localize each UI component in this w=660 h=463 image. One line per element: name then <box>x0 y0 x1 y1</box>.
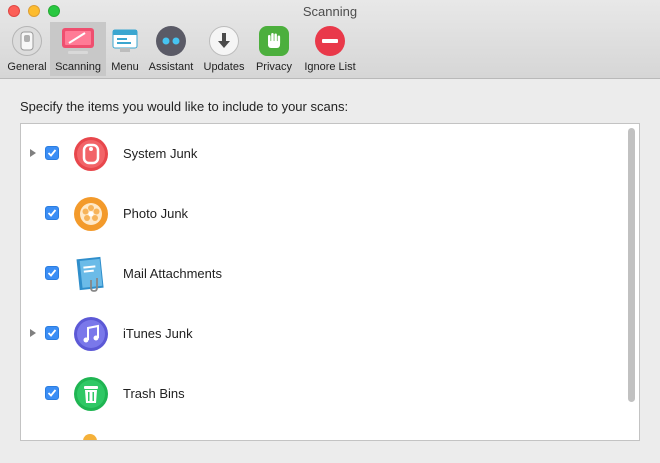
tab-general[interactable]: General <box>4 22 50 76</box>
list-item-trash-bins[interactable]: Trash Bins <box>21 364 621 424</box>
trash-bins-icon <box>73 376 109 412</box>
scanning-display-icon <box>61 26 95 56</box>
scan-items-list[interactable]: System Junk Photo Junk Mail Attachments … <box>20 123 640 441</box>
general-switch-icon <box>12 26 42 56</box>
tab-menu-label: Menu <box>111 61 139 73</box>
download-arrow-icon <box>209 26 239 56</box>
scanning-pane: Specify the items you would like to incl… <box>0 79 660 463</box>
disclosure-triangle-icon[interactable] <box>30 329 36 337</box>
tab-assistant[interactable]: Assistant <box>144 22 198 76</box>
assistant-eyes-icon <box>156 26 186 56</box>
system-junk-icon <box>73 136 109 172</box>
tab-scanning-label: Scanning <box>55 61 101 73</box>
preferences-toolbar: General Scanning Menu Assistant Updates … <box>4 22 362 76</box>
photo-junk-icon <box>73 196 109 232</box>
trash-bins-label: Trash Bins <box>123 386 185 401</box>
instruction-text: Specify the items you would like to incl… <box>20 99 349 114</box>
system-junk-label: System Junk <box>123 146 198 161</box>
list-item-system-junk[interactable]: System Junk <box>21 124 621 184</box>
mail-attachments-label: Mail Attachments <box>123 266 222 281</box>
ignore-minus-icon <box>315 26 345 56</box>
tab-updates-label: Updates <box>203 61 245 73</box>
tab-privacy-label: Privacy <box>255 61 293 73</box>
tab-privacy[interactable]: Privacy <box>250 22 298 76</box>
disclosure-triangle-icon[interactable] <box>30 149 36 157</box>
tab-ignore-list-label: Ignore List <box>304 61 356 73</box>
preferences-window: Scanning General Scanning Menu Assistant… <box>0 0 660 463</box>
system-junk-checkbox[interactable] <box>45 146 59 160</box>
mail-attachments-icon <box>73 256 109 292</box>
title-bar: Scanning General Scanning Menu Assistant… <box>0 0 660 79</box>
partial-next-item-icon <box>83 434 97 440</box>
menu-window-icon <box>110 26 140 56</box>
trash-bins-checkbox[interactable] <box>45 386 59 400</box>
tab-assistant-label: Assistant <box>148 61 194 73</box>
photo-junk-checkbox[interactable] <box>45 206 59 220</box>
list-item-itunes-junk[interactable]: iTunes Junk <box>21 304 621 364</box>
photo-junk-label: Photo Junk <box>123 206 189 221</box>
vertical-scrollbar[interactable] <box>627 128 635 436</box>
scrollbar-thumb[interactable] <box>628 128 635 402</box>
list-item-photo-junk[interactable]: Photo Junk <box>21 184 621 244</box>
tab-menu[interactable]: Menu <box>106 22 144 76</box>
tab-ignore-list[interactable]: Ignore List <box>298 22 362 76</box>
tab-scanning[interactable]: Scanning <box>50 22 106 76</box>
mail-attachments-checkbox[interactable] <box>45 266 59 280</box>
itunes-junk-checkbox[interactable] <box>45 326 59 340</box>
itunes-junk-label: iTunes Junk <box>123 326 193 341</box>
window-title: Scanning <box>302 4 358 19</box>
privacy-hand-icon <box>259 26 289 56</box>
list-item-mail-attachments[interactable]: Mail Attachments <box>21 244 621 304</box>
tab-general-label: General <box>7 61 47 73</box>
itunes-junk-icon <box>73 316 109 352</box>
tab-updates[interactable]: Updates <box>198 22 250 76</box>
